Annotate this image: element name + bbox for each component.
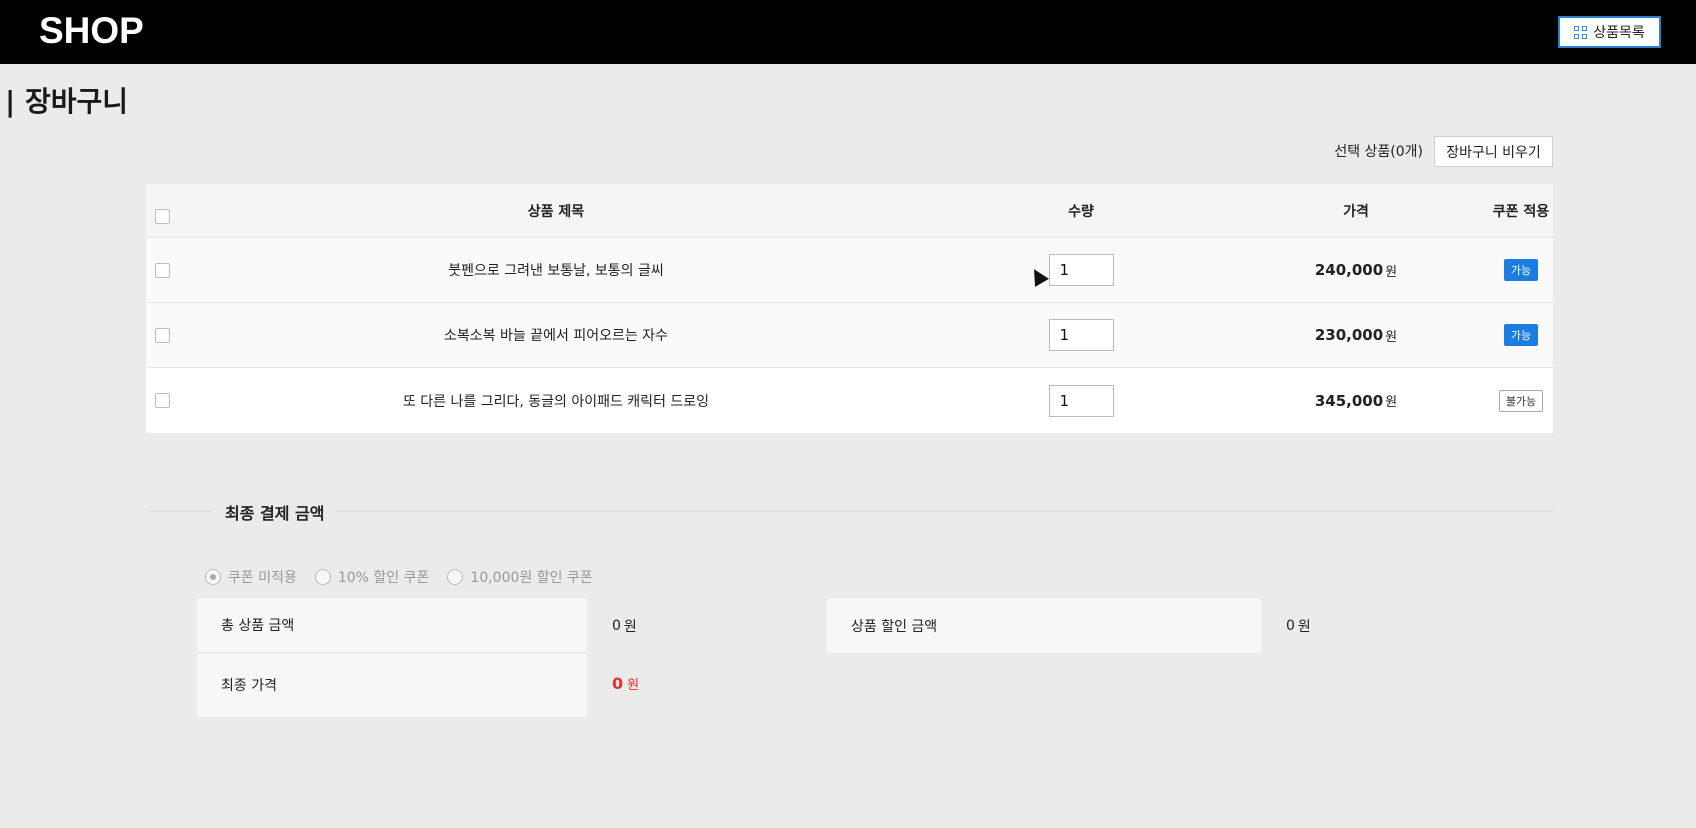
quantity-input[interactable] <box>1048 319 1114 351</box>
radio-icon[interactable] <box>314 569 331 585</box>
row-checkbox[interactable] <box>155 328 170 343</box>
coupon-cell: 가능 <box>1446 238 1596 302</box>
price-unit: 원 <box>1385 264 1398 280</box>
header-price: 가격 <box>1343 203 1369 220</box>
product-title: 소복소복 바늘 끝에서 피어오르는 자수 <box>444 328 668 344</box>
product-title: 붓펜으로 그려낸 보통날, 보통의 글씨 <box>448 263 664 279</box>
product-list-label: 상품목록 <box>1593 25 1645 41</box>
price-unit: 원 <box>1385 395 1398 410</box>
discount-value: 0원 <box>1286 598 1311 653</box>
quantity-input[interactable] <box>1048 384 1114 417</box>
coupon-radio-group: 쿠폰 미적용 10% 할인 쿠폰 10,000원 할인 쿠폰 <box>205 567 593 587</box>
price-unit: 원 <box>1385 329 1398 345</box>
row-checkbox[interactable] <box>155 263 170 278</box>
coupon-option-fixed[interactable]: 10,000원 할인 쿠폰 <box>447 567 593 587</box>
header-coupon: 쿠폰 적용 <box>1492 203 1550 220</box>
total-price-value: 0원 <box>612 598 637 653</box>
table-row: 소복소복 바늘 끝에서 피어오르는 자수 230,000원 가능 <box>146 303 1553 368</box>
quantity-cell <box>1026 368 1136 433</box>
summary-divider <box>146 511 1553 512</box>
final-price-label: 최종 가격 <box>197 653 587 717</box>
total-price-unit: 원 <box>623 618 637 635</box>
select-all-checkbox[interactable] <box>155 209 170 224</box>
discount-unit: 원 <box>1297 618 1311 635</box>
product-list-button[interactable]: 상품목록 <box>1558 16 1661 48</box>
radio-icon[interactable] <box>447 569 464 585</box>
price-cell: 345,000 원 <box>1256 368 1456 433</box>
coupon-cell: 가능 <box>1446 303 1596 367</box>
grid-icon <box>1574 25 1588 39</box>
product-title: 또 다른 나를 그리다, 동글의 아이패드 캐릭터 드로잉 <box>402 393 710 410</box>
price-value: 230,000 <box>1314 326 1384 344</box>
final-price-unit: 원 <box>627 677 640 693</box>
page-title: | 장바구니 <box>5 85 129 118</box>
radio-selected-icon[interactable] <box>205 569 221 585</box>
price-value: 240,000 <box>1314 261 1384 279</box>
header-title: 상품 제목 <box>527 203 585 220</box>
table-row: 붓펜으로 그려낸 보통날, 보통의 글씨 240,000원 가능 <box>146 238 1553 303</box>
total-price-number: 0 <box>612 617 621 634</box>
coupon-badge: 가능 <box>1503 324 1539 346</box>
row-checkbox[interactable] <box>155 393 170 408</box>
coupon-option-label: 쿠폰 미적용 <box>228 570 297 586</box>
coupon-option-label: 10,000원 할인 쿠폰 <box>470 570 593 586</box>
table-row: 또 다른 나를 그리다, 동글의 아이패드 캐릭터 드로잉 345,000원 불… <box>146 368 1553 433</box>
coupon-option-label: 10% 할인 쿠폰 <box>337 570 430 586</box>
selected-count: 선택 상품(0개) <box>1334 144 1423 160</box>
price-cell: 230,000 원 <box>1256 303 1456 367</box>
cart-table: 상품 제목 수량 가격 쿠폰 적용 붓펜으로 그려낸 보통날, 보통의 글씨 2… <box>146 184 1553 433</box>
quantity-input[interactable] <box>1048 254 1114 286</box>
summary-title: 최종 결제 금액 <box>213 500 337 524</box>
total-price-label: 총 상품 금액 <box>197 598 587 653</box>
coupon-cell: 불가능 <box>1446 368 1596 433</box>
coupon-badge: 불가능 <box>1498 389 1544 412</box>
table-header: 상품 제목 수량 가격 쿠폰 적용 <box>146 184 1553 238</box>
coupon-badge: 가능 <box>1503 259 1539 281</box>
price-value: 345,000 <box>1314 391 1384 410</box>
final-price-number: 0 <box>612 673 624 693</box>
coupon-option-none[interactable]: 쿠폰 미적용 <box>205 567 297 587</box>
quantity-cell <box>1026 303 1136 367</box>
coupon-option-percent[interactable]: 10% 할인 쿠폰 <box>314 567 430 587</box>
clear-cart-button[interactable]: 장바구니 비우기 <box>1434 136 1553 167</box>
final-price-value: 0원 <box>612 653 639 713</box>
discount-number: 0 <box>1286 617 1295 634</box>
top-nav-bar: SHOP 상품목록 <box>0 0 1696 64</box>
price-cell: 240,000 원 <box>1256 238 1456 302</box>
header-qty: 수량 <box>1068 203 1094 220</box>
discount-label: 상품 할인 금액 <box>827 598 1261 653</box>
shop-logo[interactable]: SHOP <box>39 10 144 52</box>
